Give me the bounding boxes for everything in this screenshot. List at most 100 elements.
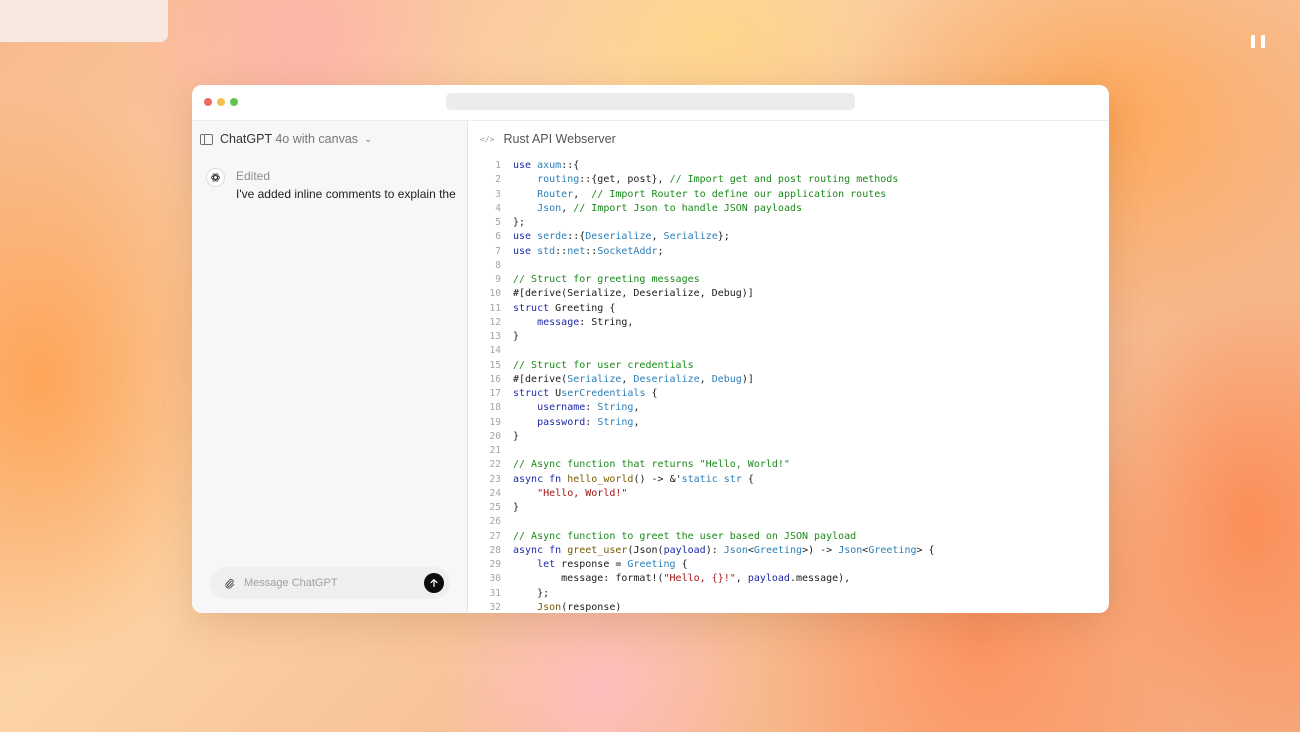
code-line[interactable]: 14 bbox=[468, 344, 1109, 358]
code-line[interactable]: 27 // Async function to greet the user ba… bbox=[468, 530, 1109, 544]
line-number: 11 bbox=[489, 302, 501, 314]
pause-button[interactable] bbox=[1251, 35, 1265, 49]
code-text[interactable]: } bbox=[513, 330, 1109, 344]
message-input[interactable] bbox=[240, 577, 424, 589]
model-selector[interactable]: ChatGPT 4o with canvas ⌄ bbox=[200, 132, 372, 146]
code-text[interactable] bbox=[513, 259, 1109, 273]
code-line[interactable]: 13} bbox=[468, 330, 1109, 344]
code-line[interactable]: 8 bbox=[468, 259, 1109, 273]
line-number: 22 bbox=[489, 459, 501, 471]
code-text[interactable]: "Hello, World!" bbox=[513, 487, 1109, 501]
code-line[interactable]: 10 #[derive(Serialize, Deserialize, Debug… bbox=[468, 287, 1109, 301]
paperclip-icon[interactable] bbox=[218, 577, 240, 590]
code-text[interactable]: #[derive(Serialize, Deserialize, Debug)] bbox=[513, 287, 1109, 301]
code-line[interactable]: 4 Json, // Import Json to handle JSON pa… bbox=[468, 202, 1109, 216]
line-number: 20 bbox=[489, 430, 501, 442]
line-number: 14 bbox=[489, 345, 501, 357]
minimize-window-button[interactable] bbox=[217, 98, 225, 106]
code-line[interactable]: 31 }; bbox=[468, 587, 1109, 601]
code-line[interactable]: 26 bbox=[468, 515, 1109, 529]
message-text: I've added inline comments to explain th… bbox=[236, 187, 456, 201]
sidebar-toggle-icon[interactable] bbox=[200, 133, 213, 145]
send-button[interactable] bbox=[424, 573, 444, 593]
code-text[interactable]: } bbox=[513, 501, 1109, 515]
code-text[interactable]: message: format!("Hello, {}!", payload.m… bbox=[513, 572, 1109, 586]
code-line[interactable]: 25} bbox=[468, 501, 1109, 515]
code-line[interactable]: 19 password: String, bbox=[468, 416, 1109, 430]
code-text[interactable] bbox=[513, 344, 1109, 358]
code-line[interactable]: 7 use std::net::SocketAddr; bbox=[468, 245, 1109, 259]
code-line[interactable]: 3 Router, // Import Router to define our… bbox=[468, 188, 1109, 202]
code-line[interactable]: 20} bbox=[468, 430, 1109, 444]
code-line[interactable]: 21 bbox=[468, 444, 1109, 458]
address-bar[interactable] bbox=[446, 93, 855, 110]
chevron-down-icon[interactable]: ⌄ bbox=[364, 134, 372, 145]
maximize-window-button[interactable] bbox=[230, 98, 238, 106]
code-line[interactable]: 17 struct UserCredentials { bbox=[468, 387, 1109, 401]
code-line[interactable]: 11 struct Greeting { bbox=[468, 302, 1109, 316]
code-text[interactable] bbox=[513, 515, 1109, 529]
code-text[interactable]: async fn greet_user(Json(payload): Json<… bbox=[513, 544, 1109, 558]
code-line[interactable]: 5}; bbox=[468, 216, 1109, 230]
code-line[interactable]: 32 Json(response) bbox=[468, 601, 1109, 613]
code-text[interactable]: Json, // Import Json to handle JSON payl… bbox=[513, 202, 1109, 216]
code-text[interactable]: // Struct for user credentials bbox=[513, 359, 1109, 373]
code-text[interactable] bbox=[513, 444, 1109, 458]
canvas-title: Rust API Webserver bbox=[503, 132, 616, 146]
code-line[interactable]: 2 routing::{get, post}, // Import get an… bbox=[468, 173, 1109, 187]
code-line[interactable]: 22 // Async function that returns "Hello,… bbox=[468, 458, 1109, 472]
edited-status[interactable]: Edited bbox=[236, 169, 456, 183]
line-number: 6 bbox=[495, 231, 501, 243]
code-line[interactable]: 16 #[derive(Serialize, Deserialize, Debug… bbox=[468, 373, 1109, 387]
code-text[interactable]: use axum::{ bbox=[513, 159, 1109, 173]
code-line[interactable]: 15 // Struct for user credentials bbox=[468, 359, 1109, 373]
code-text[interactable]: async fn hello_world() -> &'static str { bbox=[513, 473, 1109, 487]
code-text[interactable]: struct UserCredentials { bbox=[513, 387, 1109, 401]
line-number: 30 bbox=[489, 573, 501, 585]
code-line[interactable]: 18 username: String, bbox=[468, 401, 1109, 415]
line-number: 29 bbox=[489, 559, 501, 570]
code-text[interactable]: use std::net::SocketAddr; bbox=[513, 245, 1109, 259]
line-number: 5 bbox=[495, 217, 501, 228]
line-number: 31 bbox=[489, 587, 501, 599]
close-window-button[interactable] bbox=[204, 98, 212, 106]
code-text[interactable]: username: String, bbox=[513, 401, 1109, 415]
code-line[interactable]: 28 async fn greet_user(Json(payload): Jso… bbox=[468, 544, 1109, 558]
code-line[interactable]: 23 async fn hello_world() -> &'static str… bbox=[468, 473, 1109, 487]
code-text[interactable]: }; bbox=[513, 216, 1109, 230]
code-line[interactable]: 12 message: String, bbox=[468, 316, 1109, 330]
corner-tab bbox=[0, 0, 168, 42]
code-text[interactable]: } bbox=[513, 430, 1109, 444]
code-text[interactable]: routing::{get, post}, // Import get and … bbox=[513, 173, 1109, 187]
code-text[interactable]: Router, // Import Router to define our a… bbox=[513, 188, 1109, 202]
code-line[interactable]: 1 use axum::{ bbox=[468, 159, 1109, 173]
code-text[interactable]: // Struct for greeting messages bbox=[513, 273, 1109, 287]
code-line[interactable]: 9 // Struct for greeting messages bbox=[468, 273, 1109, 287]
code-line[interactable]: 29 let response = Greeting { bbox=[468, 558, 1109, 572]
code-line[interactable]: 30 message: format!("Hello, {}!", payloa… bbox=[468, 572, 1109, 586]
line-number: 7 bbox=[495, 245, 501, 257]
code-text[interactable]: }; bbox=[513, 587, 1109, 601]
code-line[interactable]: 24 "Hello, World!" bbox=[468, 487, 1109, 501]
code-text[interactable]: // Async function to greet the user base… bbox=[513, 530, 1109, 544]
code-text[interactable]: message: String, bbox=[513, 316, 1109, 330]
code-text[interactable]: Json(response) bbox=[513, 601, 1109, 613]
code-block[interactable]: 1 use axum::{2 routing::{get, post}, // I… bbox=[468, 159, 1109, 613]
code-text[interactable]: let response = Greeting { bbox=[513, 558, 1109, 572]
model-name[interactable]: ChatGPT 4o with canvas bbox=[220, 132, 358, 146]
line-number: 32 bbox=[489, 601, 501, 613]
line-number: 27 bbox=[489, 530, 501, 542]
browser-window: ChatGPT 4o with canvas ⌄ Edited I've add… bbox=[192, 85, 1109, 613]
code-text[interactable]: // Async function that returns "Hello, W… bbox=[513, 458, 1109, 472]
code-line[interactable]: 6 use serde::{Deserialize, Serialize}; bbox=[468, 230, 1109, 244]
canvas-editor: </> Rust API Webserver 1 use axum::{2 rou… bbox=[468, 121, 1109, 613]
line-number: 28 bbox=[489, 544, 501, 556]
code-text[interactable]: #[derive(Serialize, Deserialize, Debug)] bbox=[513, 373, 1109, 387]
line-number: 26 bbox=[489, 516, 501, 528]
code-text[interactable]: password: String, bbox=[513, 416, 1109, 430]
line-number: 9 bbox=[495, 274, 501, 285]
line-number: 13 bbox=[489, 331, 501, 342]
code-text[interactable]: struct Greeting { bbox=[513, 302, 1109, 316]
code-text[interactable]: use serde::{Deserialize, Serialize}; bbox=[513, 230, 1109, 244]
title-bar bbox=[192, 85, 1109, 121]
